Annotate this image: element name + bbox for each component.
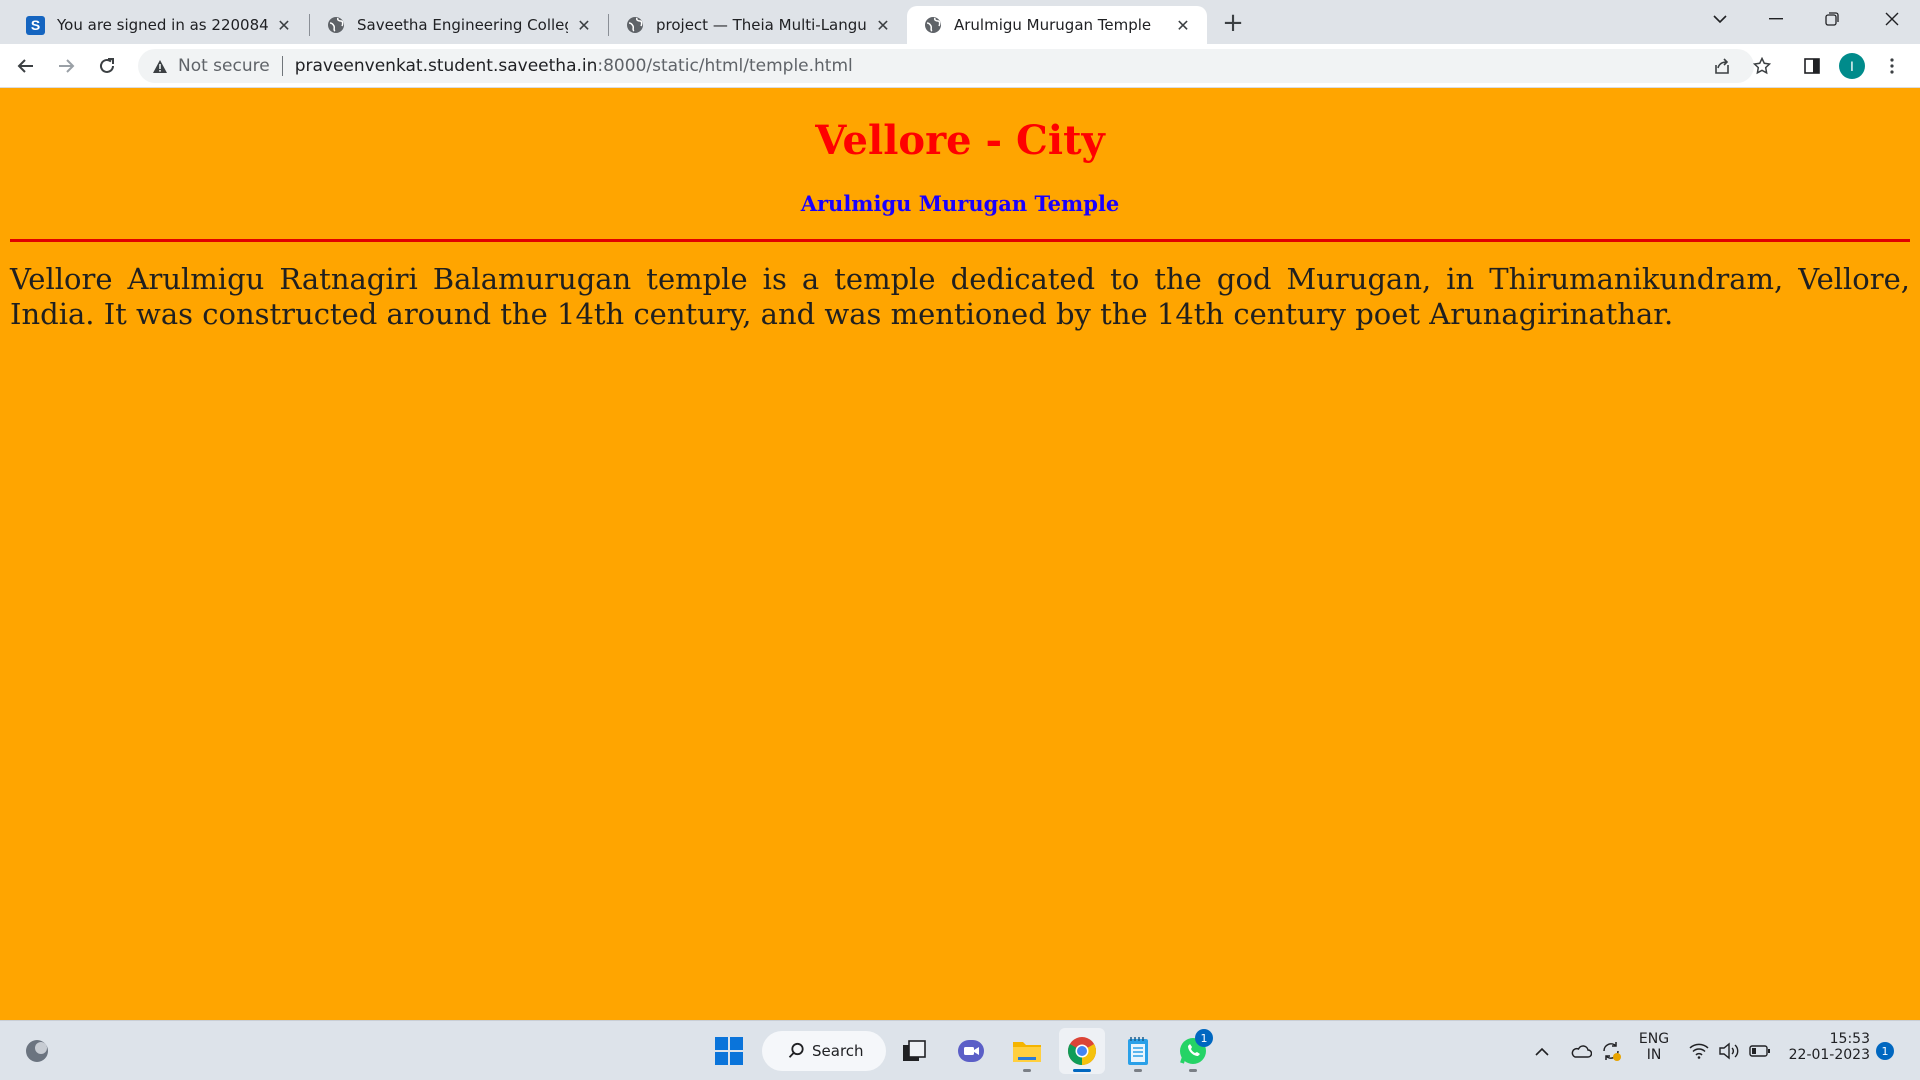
notepad-icon — [1128, 1037, 1148, 1065]
video-chat-icon — [958, 1040, 984, 1062]
windows-logo-icon — [715, 1037, 743, 1065]
weather-icon — [26, 1040, 48, 1062]
tab-search-button[interactable] — [1692, 0, 1748, 38]
bookmark-button[interactable] — [1746, 50, 1778, 82]
share-button[interactable] — [1706, 50, 1738, 82]
running-indicator — [1073, 1069, 1091, 1072]
tab-arulmigu-temple[interactable]: Arulmigu Murugan Temple ✕ — [907, 6, 1207, 44]
taskbar-search[interactable]: Search — [762, 1031, 886, 1071]
s-logo-icon: S — [26, 15, 45, 35]
whatsapp-badge: 1 — [1195, 1029, 1213, 1047]
start-button[interactable] — [706, 1028, 752, 1074]
wifi-icon — [1689, 1043, 1709, 1059]
arrow-right-icon — [59, 59, 75, 73]
restore-icon — [1825, 12, 1839, 26]
wifi-button[interactable] — [1684, 1028, 1714, 1074]
share-icon — [1715, 58, 1729, 74]
task-view-icon — [903, 1040, 926, 1061]
url-path: :8000/static/html/temple.html — [597, 56, 853, 76]
profile-button[interactable]: I — [1836, 50, 1868, 82]
forward-button[interactable] — [50, 50, 82, 82]
running-indicator — [1134, 1069, 1142, 1072]
running-indicator — [1023, 1069, 1031, 1072]
reload-icon — [100, 58, 114, 73]
web-page-content: Vellore - City Arulmigu Murugan Temple V… — [0, 89, 1920, 1020]
side-panel-icon — [1804, 58, 1820, 74]
horizontal-rule — [10, 239, 1910, 242]
sync-icon — [1603, 1042, 1621, 1061]
language-region: IN — [1646, 1047, 1662, 1063]
browser-toolbar: Not secure praveenvenkat.student.saveeth… — [0, 44, 1920, 88]
show-hidden-icons-button[interactable] — [1527, 1028, 1557, 1074]
cloud-icon — [1571, 1045, 1592, 1058]
close-window-button[interactable] — [1864, 0, 1920, 38]
side-panel-button[interactable] — [1796, 50, 1828, 82]
chrome-icon — [1068, 1037, 1096, 1065]
chrome-button[interactable] — [1059, 1028, 1105, 1074]
page-title: Vellore - City — [815, 117, 1105, 164]
tab-title: project — Theia Multi-Language — [656, 16, 867, 34]
tab-theia-project[interactable]: project — Theia Multi-Language ✕ — [609, 6, 907, 44]
star-icon — [1753, 57, 1771, 75]
globe-icon — [625, 16, 644, 35]
clock-time: 15:53 — [1829, 1031, 1870, 1047]
new-tab-button[interactable]: + — [1218, 8, 1248, 38]
close-icon[interactable]: ✕ — [274, 15, 294, 35]
temple-description: Vellore Arulmigu Ratnagiri Balamurugan t… — [10, 262, 1910, 331]
task-view-button[interactable] — [891, 1028, 937, 1074]
menu-button[interactable] — [1876, 50, 1908, 82]
restore-button[interactable] — [1804, 0, 1860, 38]
notepad-button[interactable] — [1115, 1028, 1161, 1074]
chevron-down-icon — [1713, 14, 1727, 23]
close-icon — [1885, 12, 1899, 26]
onedrive-button[interactable] — [1566, 1028, 1596, 1074]
folder-icon — [1013, 1042, 1041, 1062]
speaker-icon — [1719, 1042, 1739, 1060]
battery-button[interactable] — [1745, 1028, 1775, 1074]
search-icon — [788, 1042, 805, 1063]
clock-date: 22-01-2023 — [1788, 1047, 1870, 1063]
windows-taskbar: Search 1 ENG IN 15:53 22-01-2023 1 — [0, 1020, 1920, 1080]
close-icon[interactable]: ✕ — [574, 15, 594, 35]
language-code: ENG — [1638, 1031, 1670, 1047]
file-explorer-button[interactable] — [1004, 1028, 1050, 1074]
address-bar[interactable]: Not secure praveenvenkat.student.saveeth… — [138, 49, 1754, 83]
tab-signed-in[interactable]: S You are signed in as 22008497 ✕ — [10, 6, 308, 44]
globe-icon — [923, 16, 942, 35]
omnibox-divider — [281, 56, 283, 76]
page-subtitle: Arulmigu Murugan Temple — [800, 191, 1120, 216]
tab-title: You are signed in as 22008497 — [57, 16, 268, 34]
clock[interactable]: 15:53 22-01-2023 — [1782, 1031, 1870, 1063]
close-icon[interactable]: ✕ — [1173, 15, 1193, 35]
tab-title: Saveetha Engineering College — [357, 16, 568, 34]
minimize-button[interactable] — [1748, 0, 1804, 38]
search-label: Search — [812, 1042, 864, 1060]
close-icon[interactable]: ✕ — [873, 15, 893, 35]
language-indicator[interactable]: ENG IN — [1630, 1031, 1678, 1063]
battery-icon — [1749, 1045, 1770, 1057]
back-button[interactable] — [10, 50, 42, 82]
warning-icon[interactable] — [150, 59, 170, 74]
tab-title: Arulmigu Murugan Temple — [954, 16, 1152, 34]
minimize-icon — [1769, 18, 1783, 20]
browser-tab-strip: S You are signed in as 22008497 ✕ Saveet… — [0, 0, 1920, 44]
globe-icon — [326, 16, 345, 35]
reload-button[interactable] — [91, 50, 123, 82]
avatar: I — [1839, 53, 1865, 79]
notification-badge[interactable]: 1 — [1876, 1042, 1894, 1060]
volume-button[interactable] — [1714, 1028, 1744, 1074]
widgets-button[interactable] — [14, 1028, 60, 1074]
arrow-left-icon — [17, 59, 33, 73]
security-label[interactable]: Not secure — [178, 56, 270, 76]
url-host: praveenvenkat.student.saveetha.in — [294, 56, 598, 76]
sync-button[interactable] — [1596, 1028, 1626, 1074]
chevron-up-icon — [1535, 1047, 1549, 1056]
running-indicator — [1189, 1069, 1197, 1072]
kebab-menu-icon — [1890, 58, 1894, 74]
tab-saveetha[interactable]: Saveetha Engineering College ✕ — [310, 6, 608, 44]
teams-chat-button[interactable] — [948, 1028, 994, 1074]
